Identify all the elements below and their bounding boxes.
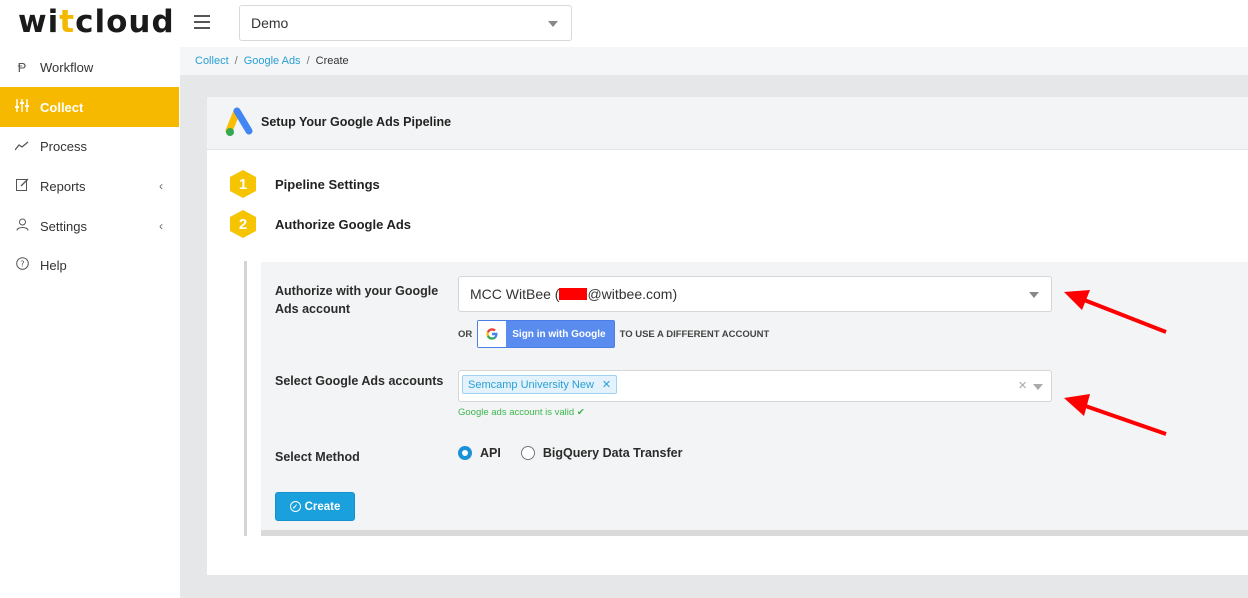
card-title: Setup Your Google Ads Pipeline [261,115,452,129]
project-select[interactable]: Demo [239,5,572,41]
radio-bigquery[interactable] [520,446,535,460]
sidebar-item-label: Help [40,257,67,273]
step-pipeline-settings[interactable]: 1 Pipeline Settings [230,170,380,198]
method-radio-group: API BigQuery Data Transfer [458,446,682,460]
sidebar-item-label: Settings [40,218,87,234]
account-valid-message: Google ads account is valid ✔ [458,407,585,418]
sliders-icon [14,99,30,115]
step-number-badge: 1 [230,170,256,198]
select-accounts-label: Select Google Ads accounts [275,374,444,388]
sidebar-item-reports[interactable]: Reports ‹ [0,166,179,206]
check-circle-icon: ✓ [289,501,301,512]
step-label: Pipeline Settings [275,176,380,192]
select-method-label: Select Method [275,450,360,464]
chevron-down-icon [1029,292,1039,298]
card-header: Setup Your Google Ads Pipeline [207,97,1248,150]
google-g-icon [478,321,507,347]
chevron-left-icon: ‹ [159,219,163,233]
step-label: Authorize Google Ads [275,216,412,232]
step-number-badge: 2 [230,210,256,238]
sidebar-item-workflow[interactable]: Ᵽ Workflow [0,47,179,87]
breadcrumb-separator: / [234,55,238,67]
create-button[interactable]: ✓ Create [275,492,355,521]
chevron-left-icon: ‹ [159,179,163,193]
project-select-value: Demo [251,15,289,31]
sidebar-item-label: Workflow [40,59,94,75]
user-icon [14,218,30,234]
sidebar-item-settings[interactable]: Settings ‹ [0,206,179,246]
chevron-down-icon [548,21,558,27]
create-button-label: Create [304,500,341,513]
redacted-email-block [559,288,588,300]
radio-api[interactable] [458,446,472,460]
annotation-arrow [1064,394,1167,436]
workflow-icon: Ᵽ [17,59,27,75]
step-authorize-google-ads[interactable]: 2 Authorize Google Ads [230,210,411,238]
sidebar-item-label: Collect [40,99,84,115]
radio-label-bigquery[interactable]: BigQuery Data Transfer [543,446,683,460]
google-account-select[interactable]: MCC WitBee ( @witbee.com) [458,276,1052,312]
breadcrumb: Collect / Google Ads / Create [180,47,1248,75]
radio-label-api[interactable]: API [480,446,501,460]
sidebar-item-collect[interactable]: Collect [0,87,179,127]
tag-label: Semcamp University New [468,378,594,391]
menu-toggle-icon[interactable] [194,15,210,29]
selected-account-tag: Semcamp University New ✕ [462,375,618,394]
breadcrumb-current: Create [315,55,349,67]
account-select-prefix: MCC WitBee ( [470,286,560,302]
sign-in-with-google-button[interactable]: Sign in with Google [477,320,615,348]
witcloud-logo[interactable]: witcloud [18,4,175,40]
svg-text:?: ? [20,260,24,269]
question-icon: ? [14,257,30,273]
alternate-signin-row: OR Sign in with Google TO USE A DIFFEREN… [458,320,769,348]
google-button-label: Sign in with Google [512,328,606,340]
chart-line-icon [14,139,30,154]
sidebar: Ᵽ Workflow Collect Process Reports ‹ Set… [0,47,180,598]
annotation-arrow [1064,290,1167,334]
sidebar-item-label: Process [40,138,87,154]
check-icon: ✔ [576,407,585,418]
step-connector-line [244,261,247,536]
sidebar-item-label: Reports [40,178,86,194]
breadcrumb-separator: / [306,55,310,67]
breadcrumb-link-google-ads[interactable]: Google Ads [244,55,301,67]
different-account-text: TO USE A DIFFERENT ACCOUNT [619,328,770,340]
google-ads-logo-icon [225,106,257,143]
sidebar-item-help[interactable]: ? Help [0,245,179,285]
authorize-label: Authorize with your Google Ads account [275,284,439,316]
google-ads-accounts-multiselect[interactable]: Semcamp University New ✕ × [458,370,1052,402]
valid-message-text: Google ads account is valid [458,407,575,418]
chevron-down-icon[interactable] [1033,384,1043,390]
clear-selection-icon[interactable]: × [1018,377,1027,394]
or-text: OR [458,328,473,340]
account-select-suffix: @witbee.com) [587,286,678,302]
remove-tag-icon[interactable]: ✕ [602,378,611,391]
breadcrumb-link-collect[interactable]: Collect [195,55,229,67]
sidebar-item-process[interactable]: Process [0,126,179,166]
edit-icon [14,178,30,194]
